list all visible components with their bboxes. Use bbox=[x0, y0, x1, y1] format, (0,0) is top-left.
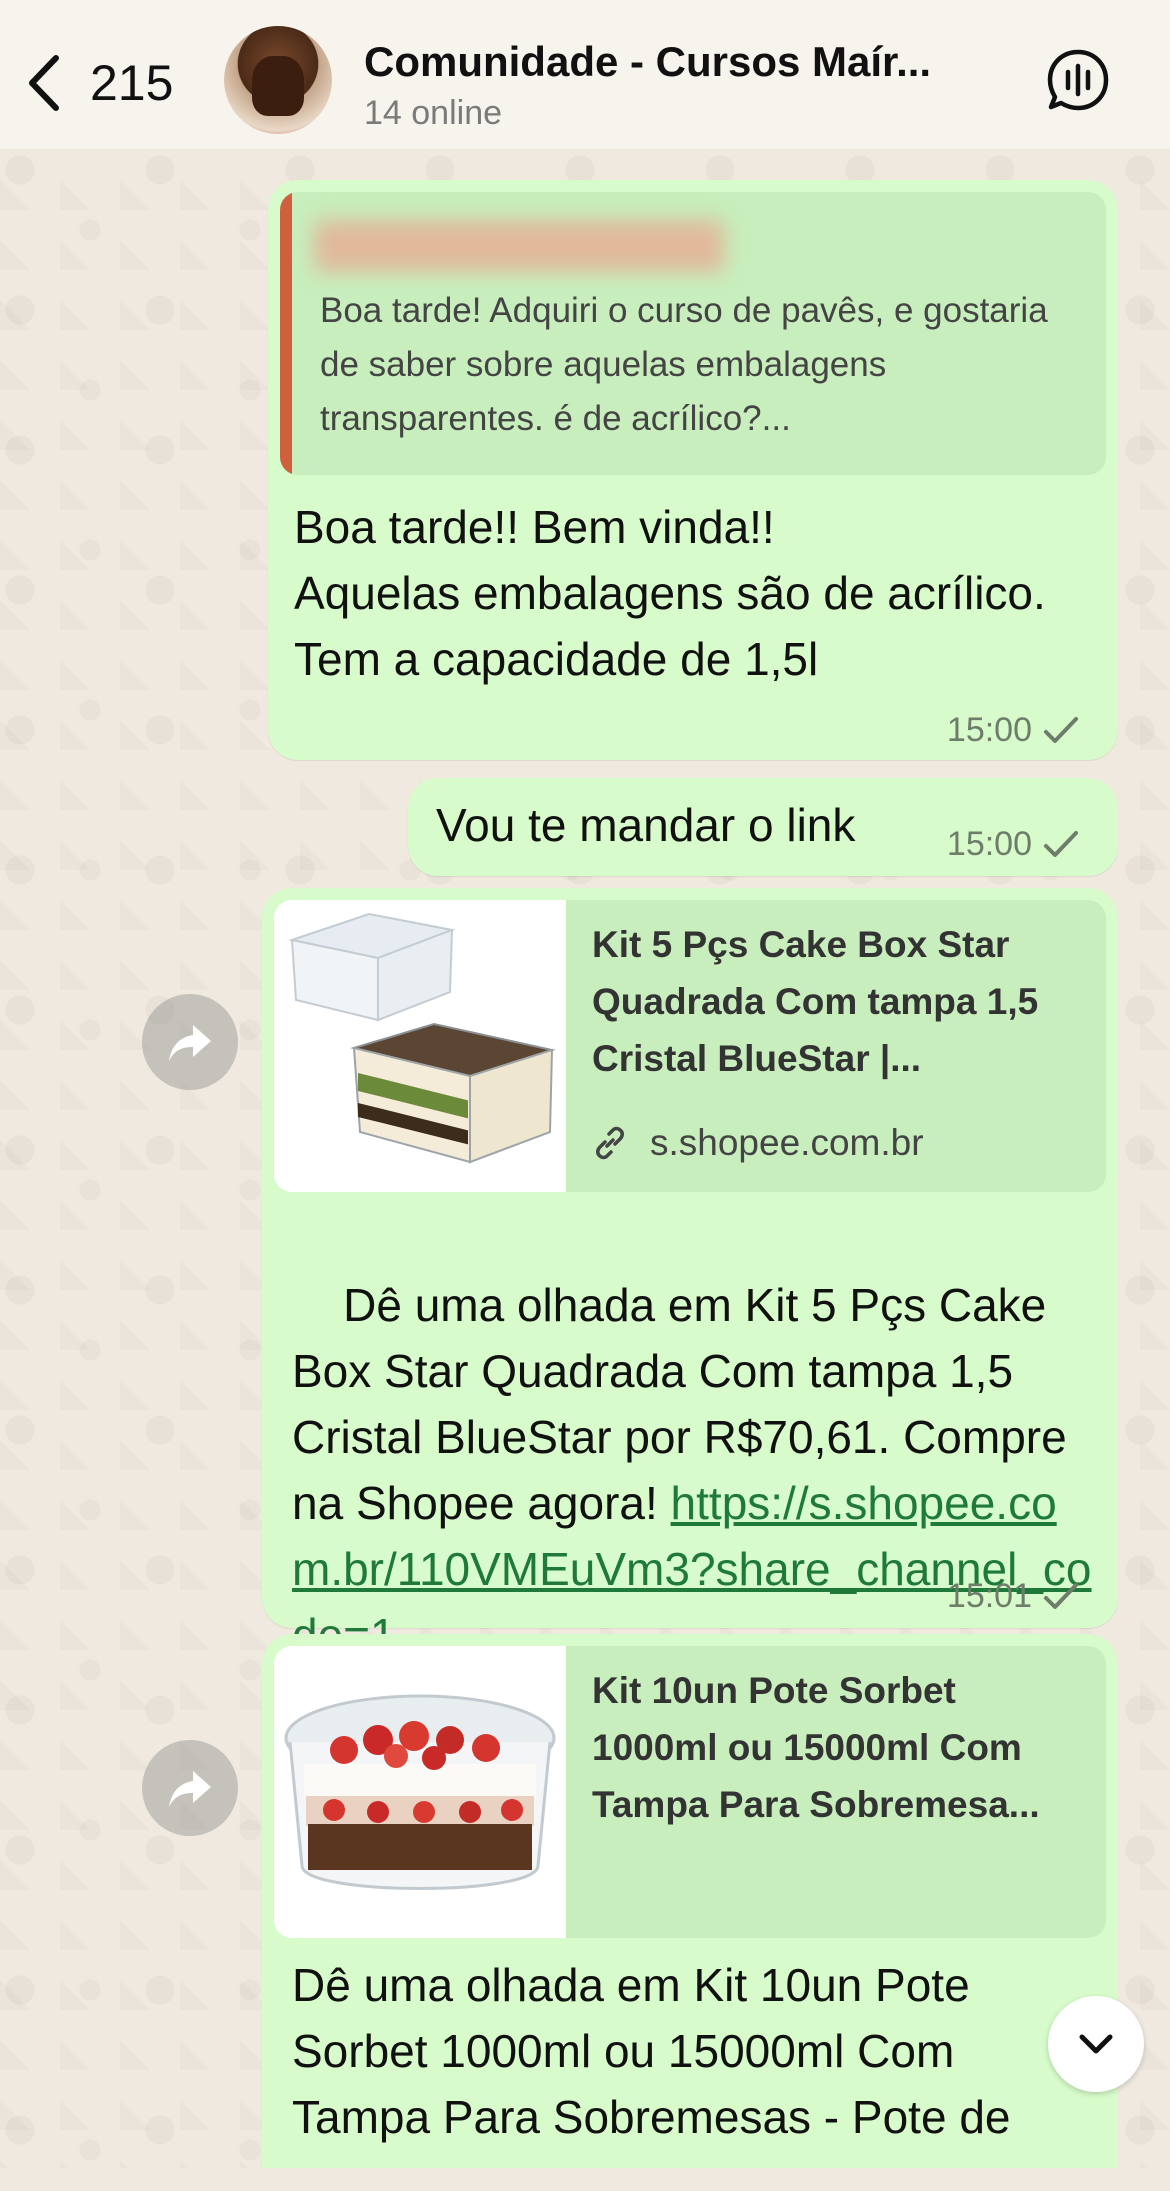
online-status: 14 online bbox=[364, 94, 503, 132]
message-bubble[interactable]: Boa tarde! Adquiri o curso de pavês, e g… bbox=[268, 180, 1118, 760]
quoted-author-blurred bbox=[314, 220, 724, 272]
scroll-to-bottom-button[interactable] bbox=[1048, 1996, 1144, 2092]
link-preview-card[interactable]: Kit 5 Pçs Cake Box Star Quadrada Com tam… bbox=[274, 900, 1106, 1192]
forward-button[interactable] bbox=[142, 1740, 238, 1836]
bottom-strip bbox=[0, 2168, 1170, 2191]
message-text: Vou te mandar o link bbox=[436, 799, 856, 851]
quote-accent-bar bbox=[280, 192, 292, 475]
message-meta: 15:00 bbox=[947, 825, 1080, 864]
chat-header: 215 Comunidade - Cursos Maír... 14 onlin… bbox=[0, 0, 1170, 150]
back-button[interactable]: 215 bbox=[22, 52, 173, 114]
audio-wave-icon[interactable] bbox=[1046, 48, 1110, 112]
link-title: Kit 5 Pçs Cake Box Star Quadrada Com tam… bbox=[592, 924, 1039, 1079]
forward-button[interactable] bbox=[142, 994, 238, 1090]
chat-title-area[interactable]: Comunidade - Cursos Maír... 14 online bbox=[364, 38, 984, 133]
product-thumbnail bbox=[274, 900, 566, 1192]
forward-arrow-icon bbox=[169, 1025, 211, 1061]
link-icon bbox=[596, 1126, 624, 1160]
message-text: Dê uma olhada em Kit 10un Pote Sorbet 10… bbox=[292, 1959, 1011, 2143]
message-bubble[interactable]: Kit 10un Pote Sorbet 1000ml ou 15000ml C… bbox=[262, 1634, 1118, 2191]
message-meta: 15:00 bbox=[947, 711, 1080, 750]
link-domain-row: s.shopee.com.br bbox=[592, 1122, 924, 1164]
check-icon bbox=[1044, 1582, 1078, 1609]
link-domain: s.shopee.com.br bbox=[650, 1122, 924, 1163]
link-preview-card[interactable]: Kit 10un Pote Sorbet 1000ml ou 15000ml C… bbox=[274, 1646, 1106, 1938]
group-avatar[interactable] bbox=[224, 26, 332, 134]
unread-count: 215 bbox=[90, 55, 174, 111]
message-time: 15:01 bbox=[946, 1577, 1032, 1615]
cake-box-image bbox=[274, 900, 566, 1192]
forward-arrow-icon bbox=[169, 1771, 211, 1807]
product-thumbnail bbox=[274, 1646, 566, 1938]
message-meta: 15:01 bbox=[947, 1577, 1080, 1616]
link-title: Kit 10un Pote Sorbet 1000ml ou 15000ml C… bbox=[592, 1670, 1040, 1825]
chevron-down-icon bbox=[1079, 2034, 1113, 2054]
check-icon bbox=[1044, 830, 1078, 857]
message-bubble[interactable]: Kit 5 Pçs Cake Box Star Quadrada Com tam… bbox=[262, 888, 1118, 1661]
message-time: 15:00 bbox=[946, 825, 1032, 863]
chevron-left-icon bbox=[29, 55, 59, 111]
check-icon bbox=[1044, 716, 1078, 743]
message-text: Boa tarde!! Bem vinda!! Aquelas embalage… bbox=[294, 501, 1046, 685]
quoted-text: Boa tarde! Adquiri o curso de pavês, e g… bbox=[320, 291, 1048, 438]
message-bubble[interactable]: Vou te mandar o link 15:00 bbox=[408, 778, 1118, 876]
quoted-message[interactable]: Boa tarde! Adquiri o curso de pavês, e g… bbox=[280, 192, 1106, 475]
message-time: 15:00 bbox=[946, 711, 1032, 749]
sorbet-pot-image bbox=[274, 1646, 566, 1938]
chat-title: Comunidade - Cursos Maír... bbox=[364, 38, 932, 85]
